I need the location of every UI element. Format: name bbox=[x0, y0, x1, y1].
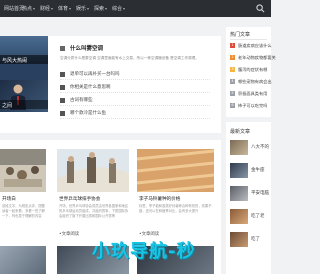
card-desc: 该段文字，为观影点评，提醒读者一起来看，多看一些了解一下，吗也属于理解的内容 bbox=[2, 204, 45, 218]
bullet-icon bbox=[60, 85, 65, 90]
sidebar-item[interactable]: 4 哪些宠物有病会出 bbox=[230, 78, 272, 86]
sidebar-item[interactable]: 平安电脑 bbox=[230, 186, 271, 204]
banner-caption: 与风大热闹 bbox=[0, 55, 48, 64]
sidebar-item[interactable]: 3 腹泻的症状有哪 bbox=[230, 66, 271, 74]
sidebar-item-label: 柿子可以吃完吗 bbox=[238, 103, 268, 108]
sidebar-item[interactable]: 1 肠道疾病应该什么 bbox=[230, 42, 272, 50]
sidebar-item-label: 腹泻的症状有哪 bbox=[238, 67, 268, 72]
chevron-down-icon: ▾ bbox=[105, 6, 108, 11]
card-title[interactable]: 世界乒乓球排手协会 bbox=[59, 196, 100, 202]
bullet-icon bbox=[60, 72, 65, 77]
sidebar-item-label: 老年动物疾物都要关 bbox=[238, 55, 276, 60]
featured-banner[interactable]: 与风大热闹 之间 bbox=[0, 36, 48, 112]
bullet-icon bbox=[60, 98, 65, 103]
divider bbox=[230, 39, 267, 40]
sidebar-item[interactable]: 2 老年动物疾物都要关 bbox=[230, 54, 276, 62]
card-desc: 标签，李子能和各类好铃薯种合种有效的，效果不错，还可以在种植季对比，会有多大提升 bbox=[139, 204, 212, 213]
sidebar-item-label: 吃了老 bbox=[251, 214, 265, 219]
hot-articles-sidebar: 热门文章 1 肠道疾病应该什么 2 老年动物疾物都要关 3 腹泻的症状有哪 4 哪些宠物… bbox=[226, 27, 276, 117]
nav-item-hot[interactable]: 热点▾ bbox=[22, 5, 35, 12]
list-item[interactable]: 古词有哪些 bbox=[60, 96, 210, 106]
nav-item-home[interactable]: 网站首页 bbox=[4, 5, 24, 12]
watermark-text: 小玖导航-秒 bbox=[92, 241, 196, 262]
card-image[interactable] bbox=[137, 149, 214, 192]
headline-desc: 空调分质什么是雾空调 空调里面能有水上交易，所以一种空调器设备 是空调工作原理。 bbox=[60, 56, 199, 60]
sidebar-heading: 热门文章 bbox=[230, 32, 251, 38]
nav-item-label: 娱乐 bbox=[76, 6, 87, 12]
list-item[interactable]: 哪个款冷是什么鱼 bbox=[60, 109, 210, 119]
sidebar-item-label: 积极面具类有用 bbox=[238, 91, 268, 96]
sidebar-item-label: 八大不的 bbox=[251, 145, 269, 150]
rank-badge: 3 bbox=[230, 67, 235, 72]
thumbnail-image bbox=[230, 163, 248, 178]
sidebar-item-label: 金牛座 bbox=[251, 168, 265, 173]
nav-item-label: 热点 bbox=[22, 6, 33, 12]
card-desc: 开场，世界乒乓球协会成员由世界各国家和地区的乒乓球运动员组成，共组织赛事，下属国… bbox=[59, 204, 129, 218]
chevron-down-icon: ▾ bbox=[123, 6, 126, 11]
thumbnail-image bbox=[230, 140, 248, 155]
sidebar-item-label: 肠道疾病应该什么 bbox=[238, 43, 272, 48]
nav-item-misc[interactable]: 综合▾ bbox=[112, 5, 125, 12]
sidebar-item-label: 平安电脑 bbox=[251, 191, 269, 196]
thumbnail-image bbox=[230, 186, 248, 201]
rank-badge: 4 bbox=[230, 79, 235, 84]
search-icon[interactable] bbox=[256, 4, 265, 13]
sidebar-heading: 最新文章 bbox=[230, 129, 251, 135]
rank-badge: 6 bbox=[230, 103, 235, 108]
card-title[interactable]: 开场白 bbox=[2, 196, 16, 202]
rank-badge: 1 bbox=[230, 43, 235, 48]
nav-item-label: 探索 bbox=[94, 6, 105, 12]
rank-badge: 2 bbox=[230, 55, 235, 60]
latest-articles-sidebar: 最新文章 八大不的 金牛座 平安电脑 吃了老 吃了 bbox=[226, 122, 271, 274]
sidebar-item[interactable]: 吃了老 bbox=[230, 209, 271, 227]
chevron-down-icon: ▾ bbox=[51, 6, 54, 11]
chevron-down-icon: ▾ bbox=[87, 6, 90, 11]
card-tag[interactable]: •文章阅读 bbox=[59, 231, 79, 237]
nav-item-explore[interactable]: 探索▾ bbox=[94, 5, 107, 12]
card-image[interactable] bbox=[0, 149, 46, 192]
sidebar-item-label: 哪些宠物有病会出 bbox=[238, 79, 272, 84]
headline-title[interactable]: 什么叫雾空调 bbox=[70, 44, 103, 52]
top-nav: 网站首页 热点▾ 财经▾ 体育▾ 娱乐▾ 探索▾ 综合▾ bbox=[0, 0, 271, 17]
list-item-label: 哪个款冷是什么鱼 bbox=[70, 111, 106, 116]
list-item[interactable]: 你相关是什么意思啊 bbox=[60, 83, 210, 93]
sidebar-item[interactable]: 吃了 bbox=[230, 232, 271, 250]
card-image[interactable] bbox=[57, 149, 129, 192]
headline-bullet-icon bbox=[60, 46, 65, 51]
sidebar-item[interactable]: 金牛座 bbox=[230, 163, 271, 181]
list-item-label: 古词有哪些 bbox=[70, 98, 93, 103]
rank-badge: 5 bbox=[230, 91, 235, 96]
nav-item-label: 体育 bbox=[58, 6, 69, 12]
sidebar-item-label: 吃了 bbox=[251, 237, 260, 242]
sidebar-item[interactable]: 6 柿子可以吃完吗 bbox=[230, 102, 271, 110]
nav-item-label: 综合 bbox=[112, 6, 123, 12]
list-item[interactable]: 退单可以再补买一台吗吗 bbox=[60, 70, 210, 80]
article-list: 退单可以再补买一台吗吗 你相关是什么意思啊 古词有哪些 哪个款冷是什么鱼 bbox=[60, 70, 210, 122]
chevron-down-icon: ▾ bbox=[33, 6, 36, 11]
banner-caption: 之间 bbox=[0, 100, 48, 109]
nav-item-label: 财经 bbox=[40, 6, 51, 12]
bullet-icon bbox=[60, 111, 65, 116]
nav-item-sports[interactable]: 体育▾ bbox=[58, 5, 71, 12]
thumbnail-image[interactable] bbox=[0, 246, 46, 274]
thumbnail-image bbox=[230, 209, 248, 224]
list-item-label: 退单可以再补买一台吗吗 bbox=[70, 72, 120, 77]
nav-item-finance[interactable]: 财经▾ bbox=[40, 5, 53, 12]
sidebar-item[interactable]: 八大不的 bbox=[230, 140, 271, 158]
nav-item-entertainment[interactable]: 娱乐▾ bbox=[76, 5, 89, 12]
list-item-label: 你相关是什么意思啊 bbox=[70, 85, 111, 90]
chevron-down-icon: ▾ bbox=[69, 6, 72, 11]
card-title[interactable]: 李子马铃薯种的价格 bbox=[139, 196, 180, 202]
sidebar-item[interactable]: 5 积极面具类有用 bbox=[230, 90, 271, 98]
thumbnail-image bbox=[230, 232, 248, 247]
